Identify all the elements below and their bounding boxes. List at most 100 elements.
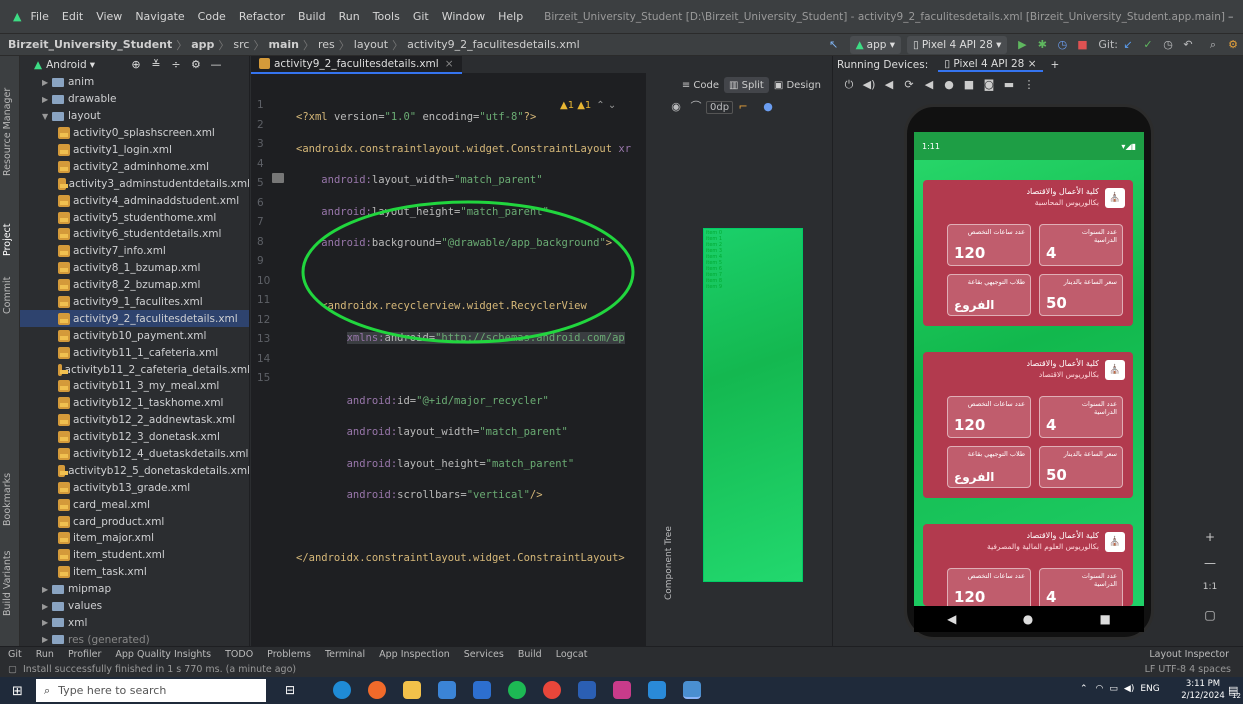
overview-icon[interactable]: ■ bbox=[962, 78, 976, 92]
resource-manager-tab[interactable]: Resource Manager bbox=[2, 88, 13, 176]
attributes-strip[interactable] bbox=[824, 96, 832, 636]
menu-edit[interactable]: Edit bbox=[62, 10, 83, 23]
zoom-actual-label[interactable]: 1:1 bbox=[1195, 582, 1225, 608]
project-view-dropdown[interactable]: Android bbox=[46, 59, 87, 71]
tool-run[interactable]: Run bbox=[36, 649, 54, 660]
hammer-icon[interactable]: ↖ bbox=[827, 38, 841, 52]
expand-arrow-icon[interactable]: ▶ bbox=[42, 95, 52, 104]
editor-tab[interactable]: activity9_2_faculitesdetails.xml × bbox=[251, 55, 462, 74]
major-card[interactable]: ⛪ كلية الأعمال والاقتصاد بكالوريوس العلوم … bbox=[923, 524, 1133, 606]
tool-app-inspection[interactable]: App Inspection bbox=[379, 649, 450, 660]
margin-field[interactable]: 0dp bbox=[706, 100, 734, 114]
tree-file[interactable]: activity5_studenthome.xml bbox=[20, 209, 249, 226]
tool-terminal[interactable]: Terminal bbox=[325, 649, 365, 660]
firefox-icon[interactable] bbox=[368, 681, 386, 699]
xml-code[interactable]: <?xml version="1.0" encoding="utf-8"?> <… bbox=[296, 96, 641, 636]
taskbar-clock[interactable]: 3:11 PM 2/12/2024 bbox=[1178, 678, 1228, 704]
tree-folder[interactable]: ▶ res (generated) bbox=[20, 631, 249, 646]
hide-panel-icon[interactable]: — bbox=[209, 58, 223, 72]
windows-start-icon[interactable]: ⊞ bbox=[12, 684, 23, 699]
locate-icon[interactable]: ⊕ bbox=[129, 58, 143, 72]
build-variants-tab[interactable]: Build Variants bbox=[2, 550, 13, 616]
back-icon[interactable]: ◀ bbox=[922, 78, 936, 92]
expand-arrow-icon[interactable]: ▶ bbox=[42, 618, 52, 627]
chrome-icon[interactable] bbox=[543, 681, 561, 699]
tree-file[interactable]: item_task.xml bbox=[20, 564, 249, 581]
fit-screen-icon[interactable]: ▢ bbox=[1195, 608, 1225, 634]
zoom-out-icon[interactable]: — bbox=[1195, 556, 1225, 582]
language-indicator[interactable]: ENG bbox=[1140, 684, 1159, 694]
add-device-icon[interactable]: + bbox=[1051, 59, 1060, 71]
record-icon[interactable]: ▬ bbox=[1002, 78, 1016, 92]
run-config-dropdown[interactable]: ▲ app ▾ bbox=[849, 35, 902, 54]
rotate-icon[interactable]: ⟳ bbox=[902, 78, 916, 92]
tree-file[interactable]: activity9_2_faculitesdetails.xml bbox=[20, 310, 249, 328]
tree-file[interactable]: activityb12_2_addnewtask.xml bbox=[20, 412, 249, 429]
tree-file[interactable]: activity0_splashscreen.xml bbox=[20, 125, 249, 142]
run-icon[interactable]: ▶ bbox=[1015, 38, 1029, 52]
power-icon[interactable]: ⏻ bbox=[842, 78, 856, 92]
tree-file[interactable]: card_meal.xml bbox=[20, 496, 249, 513]
phone-home-icon[interactable]: ● bbox=[1023, 612, 1033, 626]
design-mode-button[interactable]: ▣ Design bbox=[769, 77, 826, 93]
magnet-icon[interactable]: ⌒ bbox=[689, 100, 703, 114]
menu-refactor[interactable]: Refactor bbox=[239, 10, 285, 23]
word-icon[interactable] bbox=[578, 681, 596, 699]
git-history-icon[interactable]: ◷ bbox=[1161, 38, 1175, 52]
tree-file[interactable]: activityb12_5_donetaskdetails.xml bbox=[20, 462, 249, 479]
git-rollback-icon[interactable]: ↶ bbox=[1181, 38, 1195, 52]
home-icon[interactable]: ● bbox=[942, 78, 956, 92]
volume-up-icon[interactable]: ◀) bbox=[862, 78, 876, 92]
tree-folder[interactable]: ▶ drawable bbox=[20, 91, 249, 108]
expand-icon[interactable]: ÷ bbox=[169, 58, 183, 72]
zoom-in-icon[interactable]: + bbox=[1195, 530, 1225, 556]
tree-file[interactable]: activityb11_3_my_meal.xml bbox=[20, 378, 249, 395]
more-icon[interactable]: ⋮ bbox=[1022, 78, 1036, 92]
menu-help[interactable]: Help bbox=[498, 10, 523, 23]
tool-services[interactable]: Services bbox=[464, 649, 504, 660]
tree-folder[interactable]: ▶ xml bbox=[20, 615, 249, 632]
tree-file[interactable]: activity8_2_bzumap.xml bbox=[20, 277, 249, 294]
tree-file[interactable]: card_product.xml bbox=[20, 513, 249, 530]
eye-icon[interactable]: ◉ bbox=[669, 100, 683, 114]
code-mode-button[interactable]: ≡ Code bbox=[677, 77, 724, 93]
split-divider[interactable] bbox=[646, 74, 654, 636]
app-icon[interactable] bbox=[613, 681, 631, 699]
wifi-icon[interactable]: ◠ bbox=[1096, 684, 1104, 694]
tree-file[interactable]: item_major.xml bbox=[20, 530, 249, 547]
menu-run[interactable]: Run bbox=[339, 10, 360, 23]
tool-problems[interactable]: Problems bbox=[267, 649, 311, 660]
menu-code[interactable]: Code bbox=[198, 10, 226, 23]
tree-file[interactable]: activityb11_2_cafeteria_details.xml bbox=[20, 361, 249, 378]
tree-file[interactable]: activityb10_payment.xml bbox=[20, 327, 249, 344]
expand-arrow-icon[interactable]: ▶ bbox=[42, 602, 52, 611]
menu-tools[interactable]: Tools bbox=[373, 10, 400, 23]
major-card[interactable]: ⛪ كلية الأعمال والاقتصاد بكالوريوس المحاسب… bbox=[923, 180, 1133, 326]
commit-tab[interactable]: Commit bbox=[2, 277, 13, 314]
edge-icon[interactable] bbox=[333, 681, 351, 699]
tray-chevron-icon[interactable]: ⌃ bbox=[1080, 684, 1088, 694]
expand-arrow-icon[interactable]: ▶ bbox=[42, 78, 52, 87]
tool-app-quality-insights[interactable]: App Quality Insights bbox=[115, 649, 211, 660]
breadcrumb-layout[interactable]: layout bbox=[354, 38, 388, 51]
vscode-icon[interactable] bbox=[648, 681, 666, 699]
info-icon[interactable]: ● bbox=[761, 100, 775, 114]
tree-folder[interactable]: ▼ layout bbox=[20, 108, 249, 125]
file-explorer-icon[interactable] bbox=[403, 681, 421, 699]
breadcrumb-src[interactable]: src bbox=[233, 38, 249, 51]
palette-strip[interactable] bbox=[654, 96, 662, 636]
tree-file[interactable]: activity4_adminaddstudent.xml bbox=[20, 192, 249, 209]
tree-file[interactable]: activity1_login.xml bbox=[20, 142, 249, 159]
tree-file[interactable]: activityb11_1_cafeteria.xml bbox=[20, 344, 249, 361]
breadcrumb-project[interactable]: Birzeit_University_Student bbox=[8, 38, 172, 51]
git-commit-icon[interactable]: ✓ bbox=[1141, 38, 1155, 52]
menu-navigate[interactable]: Navigate bbox=[135, 10, 184, 23]
git-update-icon[interactable]: ↙ bbox=[1121, 38, 1135, 52]
tree-file[interactable]: activity8_1_bzumap.xml bbox=[20, 260, 249, 277]
expand-arrow-icon[interactable]: ▶ bbox=[42, 585, 52, 594]
taskbar-search[interactable]: ⌕ Type here to search bbox=[36, 679, 266, 702]
tree-file[interactable]: activity3_adminstudentdetails.xml bbox=[20, 175, 249, 192]
profile-icon[interactable]: ◷ bbox=[1055, 38, 1069, 52]
breadcrumb-app[interactable]: app bbox=[191, 38, 214, 51]
search-everywhere-icon[interactable]: ⌕ bbox=[1206, 38, 1220, 52]
